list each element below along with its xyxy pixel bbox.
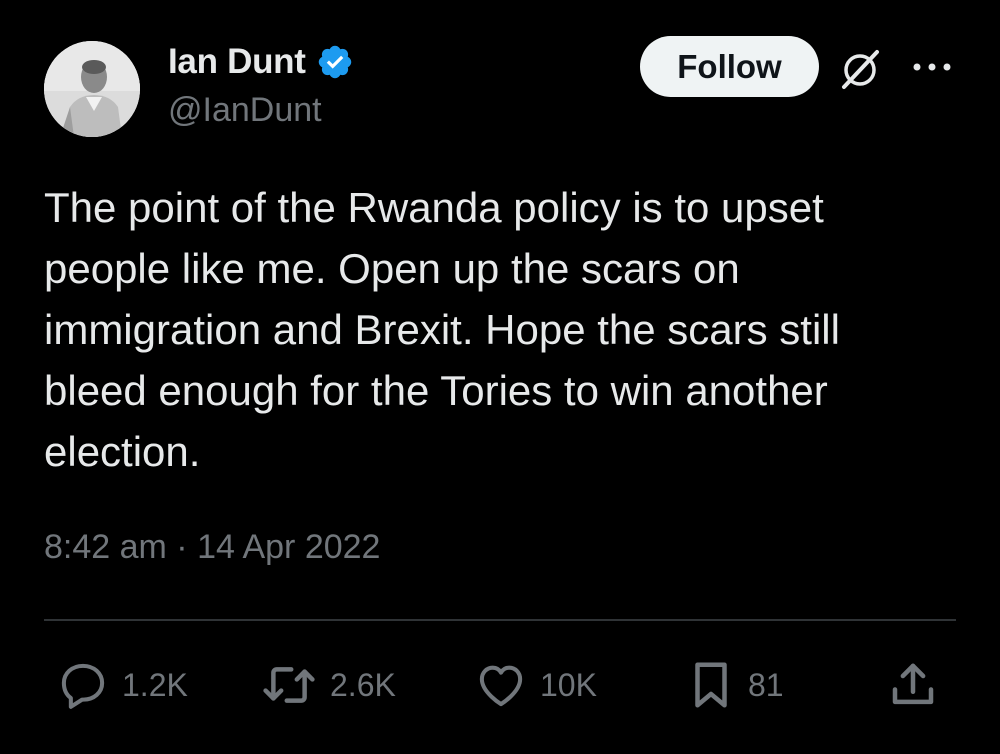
follow-button[interactable]: Follow — [640, 36, 819, 97]
like-button[interactable]: 10K — [474, 655, 597, 715]
verified-badge-icon[interactable] — [316, 43, 354, 81]
repost-count: 2.6K — [330, 666, 396, 703]
tweet-date[interactable]: 14 Apr 2022 — [197, 528, 380, 567]
repost-icon — [263, 667, 315, 703]
divider — [44, 619, 956, 621]
more-icon[interactable] — [910, 55, 954, 79]
share-button[interactable] — [886, 655, 940, 715]
tweet-timestamp[interactable]: 8:42 am · 14 Apr 2022 — [44, 528, 380, 567]
timestamp-separator: · — [166, 528, 198, 566]
share-icon — [892, 663, 934, 705]
grok-icon[interactable] — [838, 46, 884, 92]
repost-button[interactable]: 2.6K — [260, 655, 396, 715]
bookmark-count: 81 — [748, 666, 784, 703]
tweet-view: Ian Dunt @IanDunt Follow The point of th… — [0, 0, 1000, 754]
avatar[interactable] — [44, 41, 140, 137]
like-count: 10K — [540, 666, 597, 703]
reply-button[interactable]: 1.2K — [56, 655, 188, 715]
tweet-text: The point of the Rwanda policy is to ups… — [44, 184, 840, 475]
reply-count: 1.2K — [122, 666, 188, 703]
avatar-photo — [44, 41, 140, 137]
author-handle[interactable]: @IanDunt — [168, 91, 322, 130]
bookmark-icon — [695, 662, 727, 708]
display-name[interactable]: Ian Dunt — [168, 42, 306, 82]
author-name-row[interactable]: Ian Dunt — [168, 40, 354, 84]
reply-icon — [61, 663, 105, 709]
bookmark-button[interactable]: 81 — [686, 655, 784, 715]
tweet-time[interactable]: 8:42 am — [44, 528, 167, 567]
heart-icon — [479, 665, 523, 707]
